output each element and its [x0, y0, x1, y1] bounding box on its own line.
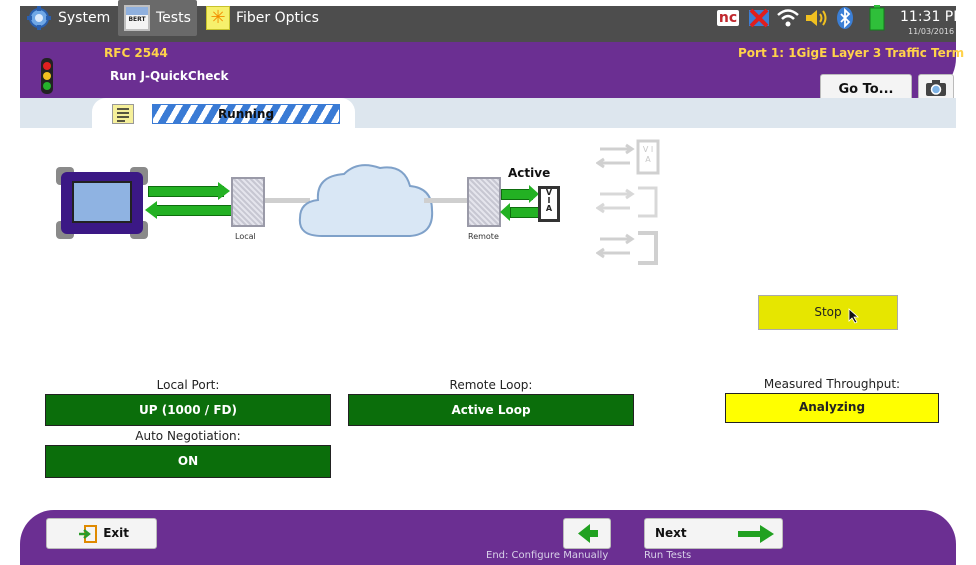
clock-date: 11/03/2016: [908, 27, 955, 36]
volume-icon[interactable]: [803, 6, 829, 30]
remote-tx-arrow: [510, 207, 540, 218]
cloud-icon: [298, 164, 434, 237]
left-arrow-icon: [578, 524, 598, 543]
network-error-icon[interactable]: [744, 6, 774, 30]
remote-tx-arrowhead: [500, 203, 510, 221]
remote-loop-label: Remote Loop:: [449, 378, 533, 392]
local-port-label: Local Port:: [156, 378, 220, 392]
exit-icon: [79, 524, 97, 543]
local-rx-arrowhead: [145, 201, 157, 219]
tab-system-label: System: [58, 10, 111, 26]
measured-throughput-value: Analyzing: [725, 393, 939, 423]
auto-negotiation-label: Auto Negotiation:: [135, 429, 241, 443]
local-tx-arrowhead: [218, 182, 230, 200]
remote-link: [424, 198, 469, 203]
tab-fiber-optics-label: Fiber Optics: [236, 10, 319, 26]
svg-text:V I: V I: [643, 145, 653, 154]
remote-switch: [467, 177, 501, 227]
mouse-cursor-icon: [848, 308, 860, 324]
test-name: RFC 2544: [104, 46, 168, 60]
clock-time: 11:31 PM: [900, 9, 966, 25]
port-info: Port 1: 1GigE Layer 3 Traffic Term: [738, 46, 965, 60]
local-tx-arrow: [148, 186, 224, 197]
traffic-light-icon[interactable]: [38, 56, 56, 96]
via-loop-icon: V I A: [538, 186, 560, 222]
next-button[interactable]: Next: [644, 518, 783, 549]
exit-button-label: Exit: [103, 526, 129, 540]
measured-throughput-label: Measured Throughput:: [763, 377, 901, 391]
bluetooth-icon[interactable]: [834, 6, 856, 30]
bert-icon: BERT: [124, 5, 150, 31]
back-button[interactable]: [563, 518, 611, 549]
right-arrow-icon: [738, 525, 774, 543]
remote-label: Remote: [468, 232, 499, 241]
remote-loop-value: Active Loop: [348, 394, 634, 426]
active-label: Active: [508, 166, 551, 180]
loop-option-1-icon: V I A: [596, 139, 660, 175]
local-switch: [231, 177, 265, 227]
stop-button[interactable]: Stop: [758, 295, 898, 330]
tab-fiber-optics[interactable]: ✳ Fiber Optics: [206, 0, 319, 36]
loop-option-3-icon: [596, 231, 658, 265]
running-status: Running: [152, 104, 340, 124]
next-note: Run Tests: [644, 550, 692, 561]
local-port-value: UP (1000 / FD): [45, 394, 331, 426]
tab-tests[interactable]: BERT Tests: [118, 0, 197, 36]
gear-icon: [27, 6, 51, 30]
back-note: End: Configure Manually: [486, 550, 609, 561]
next-button-label: Next: [655, 526, 687, 540]
battery-icon[interactable]: [866, 5, 888, 31]
tab-tests-label: Tests: [156, 10, 191, 26]
loop-option-2-icon: [596, 186, 658, 218]
tab-system[interactable]: System: [26, 0, 110, 36]
local-device: [56, 167, 148, 239]
wifi-icon[interactable]: [775, 6, 801, 30]
list-icon: [117, 108, 129, 122]
nc-icon[interactable]: nc: [713, 6, 743, 30]
stop-button-label: Stop: [814, 305, 842, 319]
log-button[interactable]: [112, 104, 134, 124]
exit-button[interactable]: Exit: [46, 518, 157, 549]
auto-negotiation-value: ON: [45, 445, 331, 478]
svg-text:A: A: [645, 155, 651, 164]
local-rx-arrow: [156, 205, 232, 216]
fiber-icon: ✳: [206, 6, 230, 30]
local-label: Local: [235, 232, 256, 241]
camera-icon: [926, 79, 946, 96]
page-subtitle: Run J-QuickCheck: [110, 69, 229, 83]
